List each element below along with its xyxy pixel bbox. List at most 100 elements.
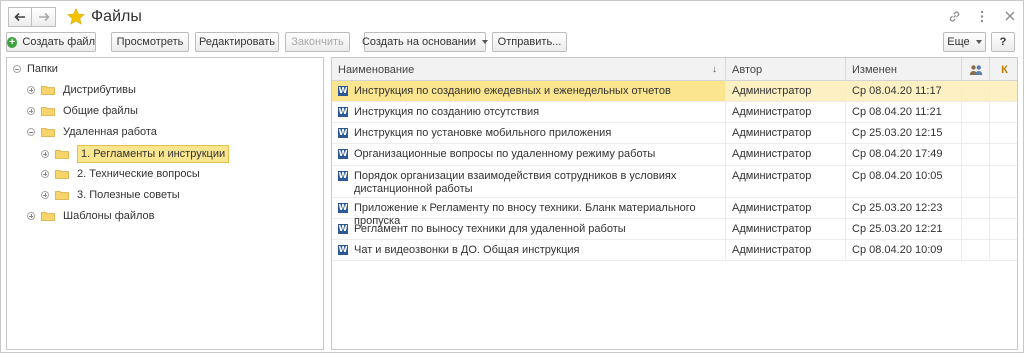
create-file-button[interactable]: + Создать файл: [6, 32, 96, 52]
expand-icon[interactable]: [41, 170, 49, 178]
folder-icon: [55, 190, 69, 200]
tree-item-root[interactable]: Папки: [13, 59, 58, 79]
tree-item-label: 3. Полезные советы: [77, 189, 180, 201]
cell-k: [990, 166, 1017, 197]
file-modified: Ср 08.04.20 11:21: [852, 106, 942, 118]
more-vertical-icon[interactable]: [975, 9, 989, 23]
expand-icon[interactable]: [41, 150, 49, 158]
toolbar: + Создать файл Просмотреть Редактировать…: [1, 31, 1023, 53]
link-icon[interactable]: [947, 9, 961, 23]
column-name-header[interactable]: Наименование ↓: [332, 58, 726, 81]
table-row[interactable]: W Регламент по выносу техники для удаленн…: [332, 219, 1017, 240]
folder-icon: [41, 127, 55, 137]
star-icon[interactable]: [67, 8, 85, 25]
help-button[interactable]: ?: [991, 32, 1015, 52]
close-icon[interactable]: [1003, 9, 1017, 23]
cell-modified: Ср 25.03.20 12:21: [846, 219, 962, 239]
cell-k: [990, 240, 1017, 260]
tree-item-useful-tips[interactable]: 3. Полезные советы: [41, 185, 180, 205]
cell-name: W Приложение к Регламенту по вносу техник…: [332, 198, 726, 227]
chevron-down-icon: [482, 40, 489, 44]
table-row[interactable]: W Инструкция по созданию отсутствия Админ…: [332, 102, 1017, 123]
file-author: Администратор: [732, 244, 812, 256]
cell-k: [990, 123, 1017, 143]
cell-modified: Ср 08.04.20 11:17: [846, 81, 962, 101]
file-author: Администратор: [732, 148, 812, 160]
table-row[interactable]: W Порядок организации взаимодействия сотр…: [332, 166, 1017, 198]
folders-tree: Папки Дистрибутивы Общие файлы Удаленная…: [6, 57, 324, 350]
cell-k: [990, 102, 1017, 122]
collapse-icon[interactable]: [13, 65, 21, 73]
cell-author: Администратор: [726, 123, 846, 143]
cell-name: W Инструкция по установке мобильного прил…: [332, 123, 726, 143]
file-name: Инструкция по созданию ежедевных и ежене…: [354, 85, 671, 97]
column-author-header[interactable]: Автор: [726, 58, 846, 81]
table-row[interactable]: W Организационные вопросы по удаленному р…: [332, 144, 1017, 166]
navigation-buttons: [8, 7, 56, 27]
cell-author: Администратор: [726, 81, 846, 101]
file-author: Администратор: [732, 127, 812, 139]
cell-k: [990, 219, 1017, 239]
forward-button[interactable]: [32, 7, 56, 27]
expand-icon[interactable]: [27, 107, 35, 115]
tree-item-remote-work[interactable]: Удаленная работа: [27, 122, 157, 142]
file-modified: Ср 25.03.20 12:15: [852, 127, 943, 139]
cell-author: Администратор: [726, 166, 846, 197]
file-author: Администратор: [732, 106, 812, 118]
tree-item-tech-questions[interactable]: 2. Технические вопросы: [41, 164, 200, 184]
word-document-icon: W: [338, 245, 348, 255]
file-name: Инструкция по установке мобильного прило…: [354, 127, 612, 139]
cell-users: [962, 219, 990, 239]
file-name: Чат и видеозвонки в ДО. Общая инструкция: [354, 244, 580, 256]
file-modified: Ср 25.03.20 12:21: [852, 223, 943, 235]
cell-k: [990, 144, 1017, 165]
edit-button[interactable]: Редактировать: [195, 32, 279, 52]
expand-icon[interactable]: [41, 191, 49, 199]
expand-icon[interactable]: [27, 212, 35, 220]
table-row[interactable]: W Инструкция по установке мобильного прил…: [332, 123, 1017, 144]
collapse-icon[interactable]: [27, 128, 35, 136]
word-document-icon: W: [338, 128, 348, 138]
cell-modified: Ср 08.04.20 10:05: [846, 166, 962, 197]
cell-name: W Чат и видеозвонки в ДО. Общая инструкци…: [332, 240, 726, 260]
page-title: Файлы: [91, 8, 142, 25]
column-k-header[interactable]: К: [990, 58, 1017, 81]
cell-users: [962, 166, 990, 197]
folder-icon: [41, 85, 55, 95]
cell-name: W Инструкция по созданию отсутствия: [332, 102, 726, 122]
expand-icon[interactable]: [27, 86, 35, 94]
table-header: Наименование ↓ Автор Изменен К: [332, 58, 1017, 81]
folder-icon: [41, 106, 55, 116]
cell-k: [990, 81, 1017, 101]
title-bar: Файлы: [1, 1, 1023, 33]
column-users-header[interactable]: [962, 58, 990, 81]
finish-button[interactable]: Закончить: [285, 32, 350, 52]
tree-item-file-templates[interactable]: Шаблоны файлов: [27, 206, 155, 226]
users-icon: [969, 64, 982, 75]
table-row[interactable]: W Инструкция по созданию ежедевных и ежен…: [332, 81, 1017, 102]
tree-item-distributives[interactable]: Дистрибутивы: [27, 80, 136, 100]
file-name: Регламент по выносу техники для удаленно…: [354, 223, 626, 235]
arrow-left-icon: [14, 12, 25, 22]
tree-root-label: Папки: [27, 63, 58, 75]
more-button[interactable]: Еще: [943, 32, 986, 52]
folder-icon: [55, 149, 69, 159]
column-modified-header[interactable]: Изменен: [846, 58, 962, 81]
create-based-on-button[interactable]: Создать на основании: [361, 32, 489, 52]
cell-modified: Ср 25.03.20 12:15: [846, 123, 962, 143]
tree-item-shared-files[interactable]: Общие файлы: [27, 101, 138, 121]
cell-users: [962, 198, 990, 218]
tree-item-regulations[interactable]: 1. Регламенты и инструкции: [41, 144, 230, 164]
back-button[interactable]: [8, 7, 32, 27]
tree-item-label: Дистрибутивы: [63, 84, 136, 96]
view-button[interactable]: Просмотреть: [111, 32, 189, 52]
send-button[interactable]: Отправить...: [492, 32, 567, 52]
create-file-label: Создать файл: [22, 36, 95, 48]
table-row[interactable]: W Приложение к Регламенту по вносу техник…: [332, 198, 1017, 227]
file-name: Инструкция по созданию отсутствия: [354, 106, 540, 118]
cell-author: Администратор: [726, 240, 846, 260]
table-row[interactable]: W Чат и видеозвонки в ДО. Общая инструкци…: [332, 240, 1017, 261]
file-author: Администратор: [732, 223, 812, 235]
cell-author: Администратор: [726, 219, 846, 239]
create-based-on-label: Создать на основании: [361, 36, 477, 48]
